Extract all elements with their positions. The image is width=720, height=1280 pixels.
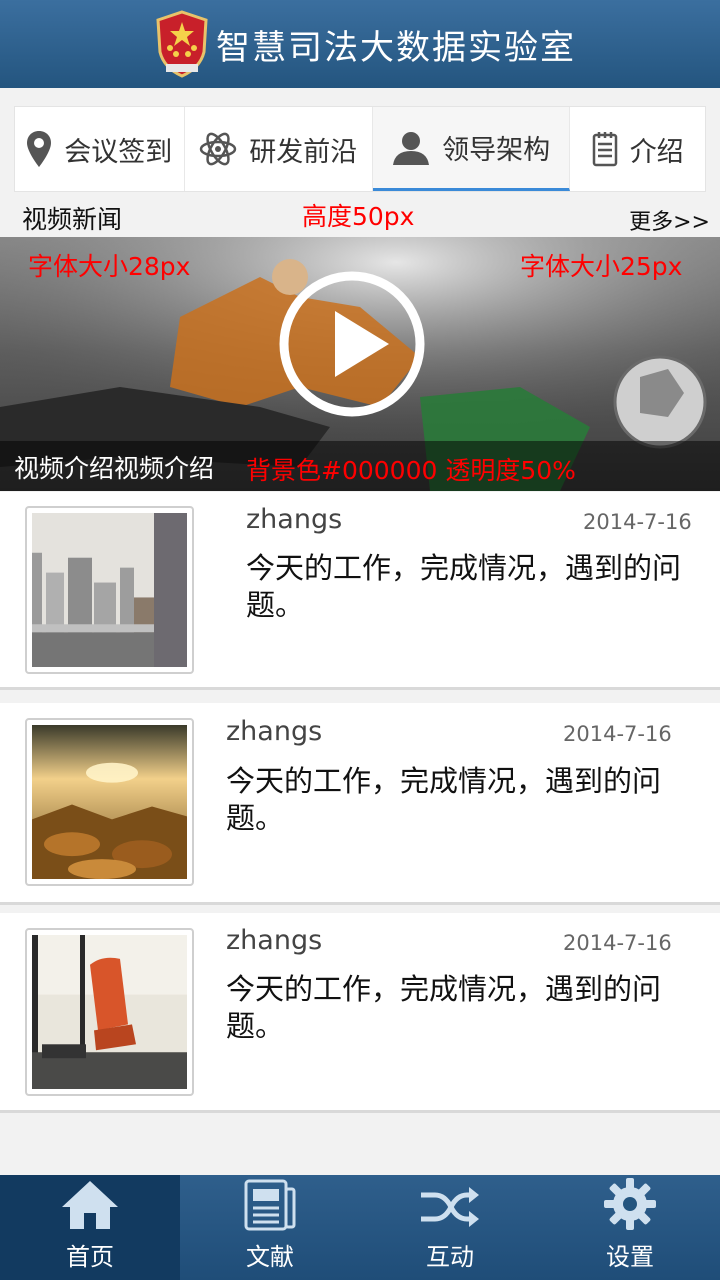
- video-caption: 视频介绍视频介绍: [14, 454, 215, 483]
- list-item[interactable]: zhangs 2014-7-16 今天的工作，完成情况，遇到的问题。: [0, 492, 720, 690]
- annotation-background: 背景色#000000 透明度50%: [246, 456, 576, 485]
- play-icon[interactable]: [277, 269, 427, 419]
- tab-meeting-checkin[interactable]: 会议签到: [15, 107, 185, 191]
- nav-home[interactable]: 首页: [0, 1175, 180, 1280]
- nav-literature[interactable]: 文献: [180, 1175, 360, 1280]
- tab-label: 研发前沿: [249, 136, 358, 168]
- user-icon: [393, 131, 430, 165]
- national-emblem-icon: [156, 10, 208, 78]
- annotation-height: 高度50px: [302, 202, 415, 231]
- app-header: 智慧司法大数据实验室: [0, 0, 720, 88]
- news-author: zhangs: [246, 504, 343, 535]
- nav-settings[interactable]: 设置: [540, 1175, 720, 1280]
- top-tab-bar: 会议签到 研发前沿 领导架构 介绍: [14, 106, 706, 192]
- app-title: 智慧司法大数据实验室: [216, 27, 576, 68]
- nav-label: 互动: [426, 1243, 474, 1271]
- news-author: zhangs: [226, 925, 323, 956]
- news-date: 2014-7-16: [563, 722, 672, 746]
- bus-seat-image: [25, 928, 194, 1096]
- news-text: 今天的工作，完成情况，遇到的问题。: [226, 972, 662, 1043]
- nav-interaction[interactable]: 互动: [360, 1175, 540, 1280]
- news-date: 2014-7-16: [583, 510, 692, 534]
- video-caption-bar: 视频介绍视频介绍 背景色#000000 透明度50%: [0, 441, 720, 491]
- tab-leadership[interactable]: 领导架构: [372, 107, 571, 191]
- city-skyline-image: [25, 506, 194, 674]
- video-banner[interactable]: 字体大小28px 字体大小25px 视频介绍视频介绍 背景色#000000 透明…: [0, 237, 720, 491]
- location-pin-icon: [27, 131, 52, 167]
- news-text: 今天的工作，完成情况，遇到的问题。: [246, 551, 682, 622]
- tab-label: 会议签到: [64, 136, 173, 168]
- tab-research-frontier[interactable]: 研发前沿: [185, 107, 373, 191]
- news-date: 2014-7-16: [563, 931, 672, 955]
- news-text: 今天的工作，完成情况，遇到的问题。: [226, 764, 662, 835]
- tab-introduction[interactable]: 介绍: [570, 107, 705, 191]
- autumn-leaves-image: [25, 718, 194, 886]
- list-item[interactable]: zhangs 2014-7-16 今天的工作，完成情况，遇到的问题。: [0, 913, 720, 1113]
- gear-icon: [604, 1178, 656, 1230]
- notepad-icon: [592, 132, 617, 167]
- tab-label: 介绍: [629, 136, 684, 168]
- home-icon: [62, 1181, 118, 1229]
- annotation-font-25: 字体大小25px: [520, 252, 683, 281]
- bottom-nav: 首页 文献 互动 设置: [0, 1175, 720, 1280]
- news-author: zhangs: [226, 716, 323, 747]
- section-title: 视频新闻: [22, 205, 123, 234]
- tab-label: 领导架构: [442, 135, 551, 166]
- newspaper-icon: [244, 1179, 296, 1231]
- nav-label: 文献: [246, 1243, 294, 1271]
- nav-label: 首页: [66, 1243, 114, 1271]
- nav-label: 设置: [606, 1243, 654, 1271]
- more-link[interactable]: 更多>>: [629, 204, 710, 236]
- atom-icon: [199, 132, 237, 166]
- list-item[interactable]: zhangs 2014-7-16 今天的工作，完成情况，遇到的问题。: [0, 703, 720, 905]
- shuffle-icon: [421, 1187, 479, 1227]
- annotation-font-28: 字体大小28px: [28, 252, 191, 281]
